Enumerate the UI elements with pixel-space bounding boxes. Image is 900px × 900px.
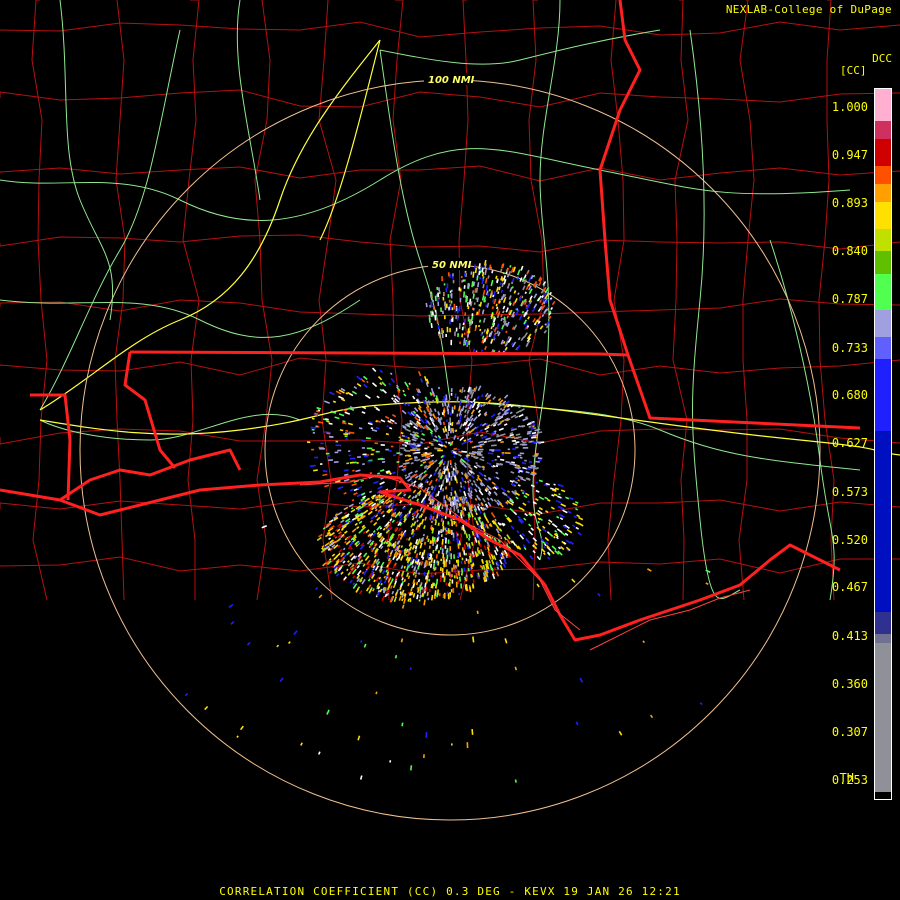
color-scale-segment xyxy=(875,643,891,793)
color-scale-segment xyxy=(875,611,891,635)
color-scale-segment xyxy=(875,273,891,311)
range-ring-50-label: 50 NMI xyxy=(432,260,472,271)
legend-threshold-label: TH xyxy=(839,771,854,785)
color-scale-segment xyxy=(875,791,891,799)
legend-tick-label: 0.360 xyxy=(831,676,868,691)
legend-tick-label: 0.413 xyxy=(831,629,868,644)
color-scale-bar xyxy=(874,88,892,800)
legend-tick-label: 0.467 xyxy=(831,580,868,595)
site-tag: DCC xyxy=(872,52,892,65)
radar-map: 100 NMI 50 NMI xyxy=(0,0,900,900)
legend-tick-label: 0.520 xyxy=(831,532,868,547)
legend-tick-label: 0.840 xyxy=(831,244,868,259)
legend-tick-label: 0.680 xyxy=(831,388,868,403)
legend-tick-label: 1.000 xyxy=(831,100,868,115)
legend-tick-label: 0.627 xyxy=(831,436,868,451)
color-scale-segment xyxy=(875,165,891,185)
legend-tick-label: 0.947 xyxy=(831,147,868,162)
legend-tick-label: 0.573 xyxy=(831,484,868,499)
color-scale-segment xyxy=(875,309,891,338)
legend-tick-label: 0.733 xyxy=(831,340,868,355)
legend-tick-label: 0.787 xyxy=(831,291,868,306)
color-scale-segment xyxy=(875,201,891,230)
color-scale-segment xyxy=(875,120,891,140)
legend-ticks: 1.000 0.947 0.893 0.840 0.787 0.733 0.680 0.627… xyxy=(812,0,874,900)
range-ring-100-label: 100 NMI xyxy=(428,75,475,86)
color-scale-segment xyxy=(875,251,891,275)
legend-tick-label: 0.307 xyxy=(831,724,868,739)
color-scale-segment xyxy=(875,183,891,203)
color-scale-segment xyxy=(875,431,891,613)
color-scale-segment xyxy=(875,228,891,252)
color-scale-segment xyxy=(875,89,891,122)
legend-tick-label: 0.893 xyxy=(831,196,868,211)
color-scale-segment xyxy=(875,336,891,360)
color-scale-segment xyxy=(875,359,891,432)
color-scale-segment xyxy=(875,138,891,167)
product-caption: CORRELATION COEFFICIENT (CC) 0.3 DEG - K… xyxy=(219,885,681,898)
